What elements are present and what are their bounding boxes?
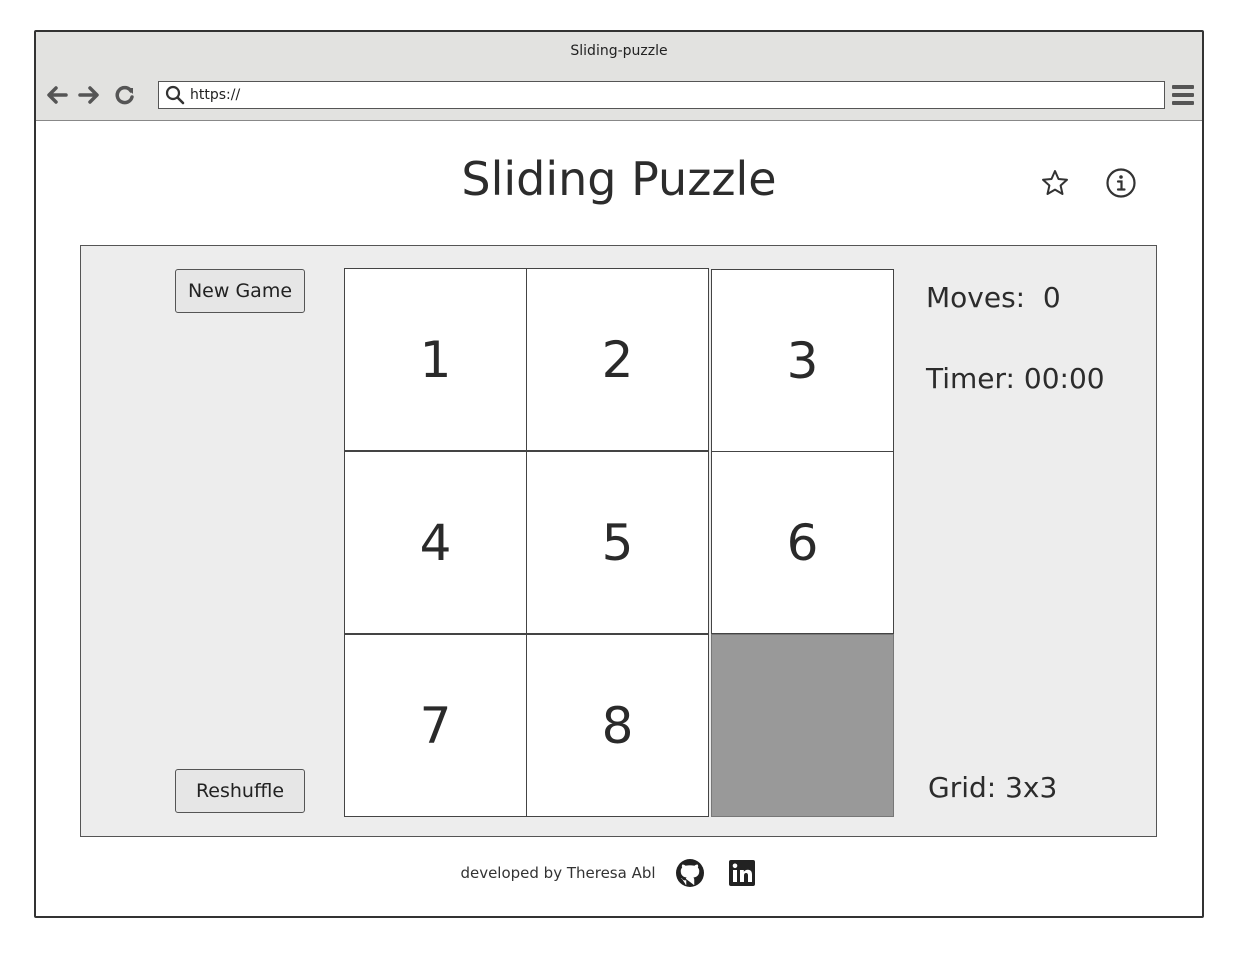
puzzle-tile[interactable]: 3	[711, 269, 894, 452]
github-icon[interactable]	[674, 857, 706, 889]
star-icon[interactable]	[1038, 166, 1072, 200]
reload-icon	[115, 85, 134, 105]
puzzle-tile[interactable]: 4	[344, 451, 527, 634]
puzzle-tile[interactable]: 1	[344, 268, 527, 451]
game-panel: New Game Reshuffle 1 2 3 4 5 6 7 8 Moves…	[80, 245, 1157, 837]
puzzle-tile[interactable]: 2	[526, 268, 709, 451]
forward-button[interactable]	[76, 82, 102, 108]
window-titlebar: Sliding-puzzle	[36, 32, 1202, 71]
window-title: Sliding-puzzle	[570, 43, 668, 59]
browser-toolbar	[36, 70, 1202, 121]
timer-display: Timer: 00:00	[926, 362, 1105, 395]
footer: developed by Theresa Abl	[36, 855, 1202, 891]
url-input[interactable]	[188, 87, 1092, 103]
empty-tile	[711, 634, 894, 817]
browser-window: Sliding-puzzle https:// Sliding Puzzle N…	[34, 30, 1204, 918]
arrow-left-icon	[47, 86, 68, 104]
reload-button[interactable]	[112, 82, 138, 108]
new-game-button[interactable]: New Game	[175, 269, 305, 313]
reshuffle-button[interactable]: Reshuffle	[175, 769, 305, 813]
puzzle-tile[interactable]: 5	[526, 451, 709, 634]
developer-credit: developed by Theresa Abl	[460, 864, 656, 882]
grid-size-label: Grid: 3x3	[928, 771, 1058, 804]
info-icon[interactable]	[1104, 166, 1138, 200]
search-icon	[162, 82, 188, 108]
hamburger-menu-icon[interactable]	[1172, 83, 1194, 107]
puzzle-tile[interactable]: 8	[526, 634, 709, 817]
menu-bar	[1172, 85, 1194, 89]
linkedin-icon[interactable]	[726, 857, 758, 889]
back-button[interactable]	[44, 82, 70, 108]
arrow-right-icon	[78, 86, 99, 104]
puzzle-tile[interactable]: 6	[711, 451, 894, 634]
page-title: Sliding Puzzle	[461, 152, 777, 206]
menu-bar	[1172, 93, 1194, 97]
menu-bar	[1172, 101, 1194, 105]
moves-counter: Moves: 0	[926, 281, 1061, 314]
address-bar[interactable]	[158, 81, 1165, 109]
puzzle-board: 1 2 3 4 5 6 7 8	[344, 268, 894, 818]
puzzle-tile[interactable]: 7	[344, 634, 527, 817]
